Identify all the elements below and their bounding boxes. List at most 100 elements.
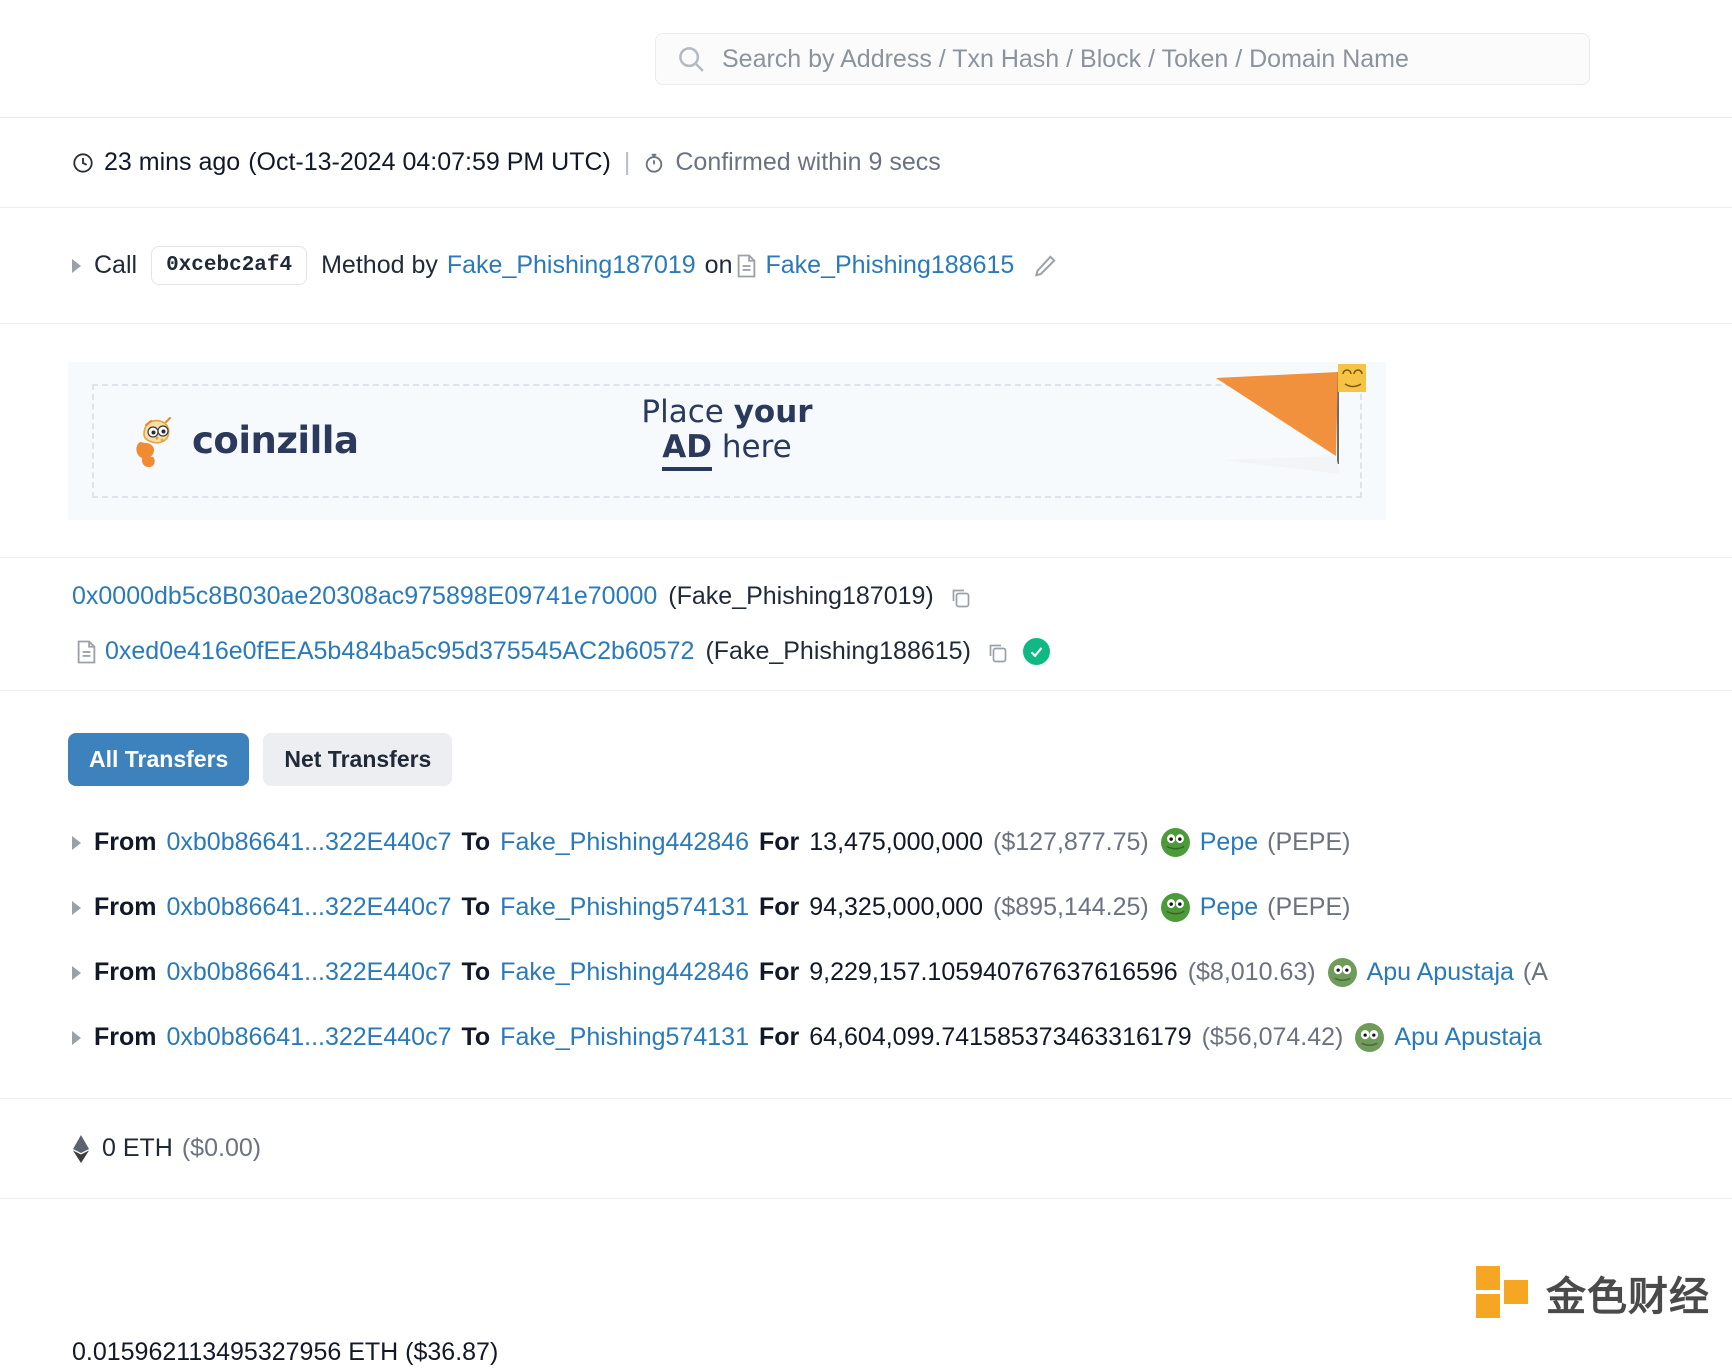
copy-icon[interactable] [985,640,1009,664]
expand-caret-icon[interactable] [72,900,81,915]
timestamp-separator: | [623,148,631,176]
value-amount: 0 ETH [102,1134,173,1162]
timestamp-absolute: (Oct-13-2024 04:07:59 PM UTC) [248,148,611,176]
transfer-usd-value: ($8,010.63) [1187,958,1316,986]
transfer-usd-value: ($127,877.75) [993,828,1149,856]
pepe-token-icon [1160,828,1190,857]
search-bar[interactable] [655,33,1590,85]
transfer-tabs: All Transfers Net Transfers [0,691,453,786]
apu-apustaja-token-icon [1327,958,1357,987]
method-by-label: Method by [321,251,438,279]
call-label: Call [94,251,138,279]
transfer-row: From 0xb0b86641...322E440c7 To Fake_Phis… [72,1005,1732,1070]
transfer-from-link[interactable]: 0xb0b86641...322E440c7 [167,893,452,922]
tab-all-transfers[interactable]: All Transfers [68,733,250,786]
transfer-from-link[interactable]: 0xb0b86641...322E440c7 [167,828,452,857]
method-id-badge[interactable]: 0xcebc2af4 [151,246,308,285]
ethereum-icon [72,1134,90,1163]
verified-contract-icon [1022,638,1050,665]
from-label: From [94,958,157,986]
to-address-line: 0xed0e416e0fEEA5b484ba5c95d375545AC2b605… [0,637,1050,666]
ad-line1-bold: your [733,393,813,430]
to-address-link[interactable]: 0xed0e416e0fEEA5b484ba5c95d375545AC2b605… [105,637,694,666]
transfer-amount: 13,475,000,000 [809,828,984,856]
watermark-logo-icon [1476,1266,1530,1320]
expand-caret-icon[interactable] [72,1030,81,1045]
for-label: For [758,893,800,921]
transfer-usd-value: ($895,144.25) [993,893,1149,921]
pepe-token-icon [1160,893,1190,922]
token-transfers-section: All Transfers Net Transfers From 0xb0b86… [0,691,1732,1099]
to-label: To [461,958,491,986]
confirmation-text: Confirmed within 9 secs [675,148,941,176]
apu-apustaja-token-icon [1355,1023,1385,1052]
ad-line1-normal: Place [641,393,734,430]
method-contract-link[interactable]: Fake_Phishing188615 [765,251,1014,280]
for-label: For [758,1023,800,1051]
from-label: From [94,828,157,856]
transfer-amount: 94,325,000,000 [809,893,984,921]
transfer-amount: 9,229,157.105940767637616596 [809,958,1178,986]
ad-line2-bold: AD [662,429,712,472]
transaction-fee-row: 0.015962113495327956 ETH ($36.87) [0,1338,498,1367]
for-label: For [758,828,800,856]
transfer-row: From 0xb0b86641...322E440c7 To Fake_Phis… [72,940,1732,1005]
transfer-list: From 0xb0b86641...322E440c7 To Fake_Phis… [0,786,1732,1098]
address-section: 0x0000db5c8B030ae20308ac975898E09741e700… [0,558,1732,691]
watermark-text: 金色财经 [1546,1275,1710,1319]
coinzilla-ad-banner[interactable]: coinzilla Place your AD here [68,361,1386,520]
to-address-tag: (Fake_Phishing188615) [705,637,971,665]
search-icon [676,44,706,74]
search-box[interactable] [655,33,1590,85]
for-label: For [758,958,800,986]
to-label: To [461,1023,491,1051]
to-label: To [461,828,491,856]
contract-document-icon [76,640,97,664]
transfer-token-symbol: (A [1522,958,1548,986]
tab-net-transfers[interactable]: Net Transfers [263,733,453,786]
transfer-from-link[interactable]: 0xb0b86641...322E440c7 [167,958,452,987]
expand-caret-icon[interactable] [72,835,81,850]
value-usd: ($0.00) [181,1134,262,1162]
watermark: 金色财经 [1476,1264,1710,1322]
transfer-row: From 0xb0b86641...322E440c7 To Fake_Phis… [72,875,1732,940]
from-label: From [94,1023,157,1051]
ad-flag-artwork [1216,363,1366,499]
transfer-to-link[interactable]: Fake_Phishing574131 [500,1023,749,1052]
transfer-to-link[interactable]: Fake_Phishing574131 [500,893,749,922]
method-row: Call 0xcebc2af4 Method by Fake_Phishing1… [0,208,1732,324]
to-label: To [461,893,491,921]
clock-icon [72,152,94,174]
transfer-token-name[interactable]: Apu Apustaja [1367,958,1514,987]
copy-icon[interactable] [948,585,972,609]
advertisement-row: coinzilla Place your AD here [0,324,1732,558]
contract-document-icon [736,254,757,278]
timestamp-row: 23 mins ago (Oct-13-2024 04:07:59 PM UTC… [0,118,1732,208]
search-input[interactable] [720,43,1569,75]
transfer-token-name[interactable]: Apu Apustaja [1394,1023,1541,1052]
transfer-token-name[interactable]: Pepe [1200,893,1258,922]
site-header [0,0,1732,118]
transfer-row: From 0xb0b86641...322E440c7 To Fake_Phis… [72,810,1732,875]
ad-headline: Place your AD here [68,393,1386,472]
pencil-icon[interactable] [1032,253,1058,279]
transfer-token-symbol: (PEPE) [1267,828,1351,856]
method-on-label: on [704,251,733,279]
expand-caret-icon[interactable] [72,258,81,273]
transfer-token-symbol: (PEPE) [1267,893,1351,921]
timestamp-relative: 23 mins ago [104,148,241,176]
transfer-to-link[interactable]: Fake_Phishing442846 [500,958,749,987]
transfer-to-link[interactable]: Fake_Phishing442846 [500,828,749,857]
transfer-token-name[interactable]: Pepe [1200,828,1258,857]
ad-line2-normal: here [712,429,792,466]
method-caller-link[interactable]: Fake_Phishing187019 [447,251,696,280]
from-address-link[interactable]: 0x0000db5c8B030ae20308ac975898E09741e700… [72,582,657,611]
transaction-fee-text: 0.015962113495327956 ETH ($36.87) [72,1338,499,1366]
transfer-amount: 64,604,099.741585373463316179 [809,1023,1192,1051]
value-row: 0 ETH ($0.00) [0,1099,1732,1199]
from-address-line: 0x0000db5c8B030ae20308ac975898E09741e700… [0,582,972,611]
expand-caret-icon[interactable] [72,965,81,980]
from-label: From [94,893,157,921]
from-address-tag: (Fake_Phishing187019) [668,582,934,610]
transfer-from-link[interactable]: 0xb0b86641...322E440c7 [167,1023,452,1052]
